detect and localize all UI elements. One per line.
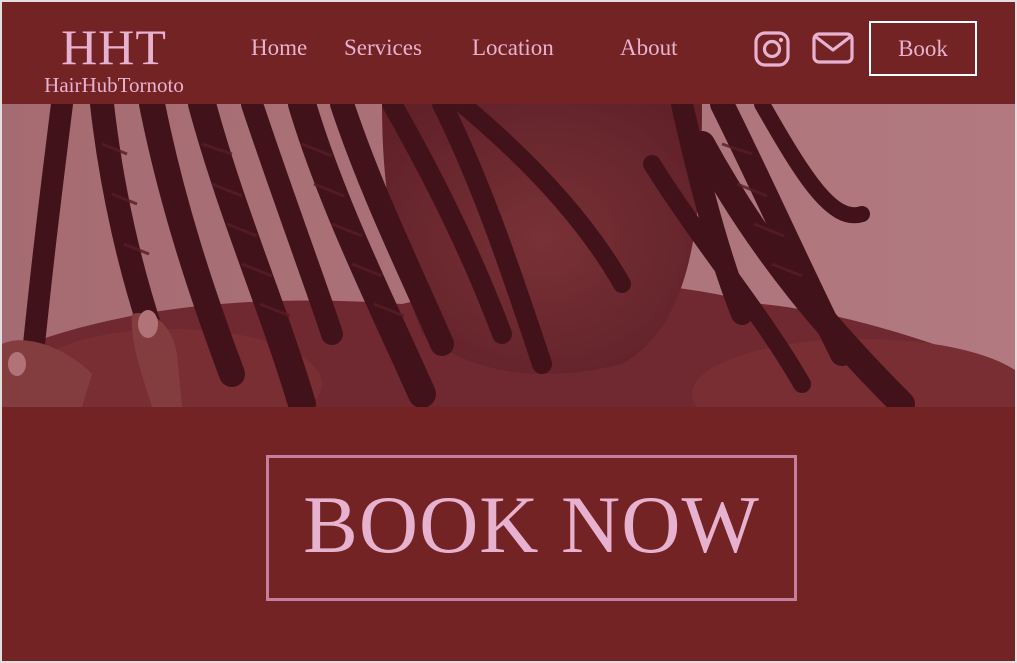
site-header: HHT HairHubTornoto Home Services Locatio…: [2, 2, 1015, 104]
hero-image: [2, 104, 1015, 407]
mail-icon[interactable]: [811, 30, 855, 71]
logo[interactable]: HHT HairHubTornoto: [30, 22, 198, 98]
nav-location-link[interactable]: Location: [472, 33, 554, 63]
nav-about-link[interactable]: About: [620, 33, 678, 63]
book-button[interactable]: Book: [869, 21, 977, 76]
logo-name: HairHubTornoto: [44, 73, 184, 97]
nav-services-link[interactable]: Services: [344, 33, 422, 63]
logo-mark: HHT: [61, 19, 167, 75]
nav-home-link[interactable]: Home: [251, 33, 307, 63]
cta-section: BOOK NOW: [2, 407, 1015, 661]
book-now-button[interactable]: BOOK NOW: [266, 455, 797, 601]
instagram-icon[interactable]: [752, 29, 792, 74]
page: HHT HairHubTornoto Home Services Locatio…: [0, 0, 1017, 663]
hero-overlay: [2, 104, 1015, 407]
